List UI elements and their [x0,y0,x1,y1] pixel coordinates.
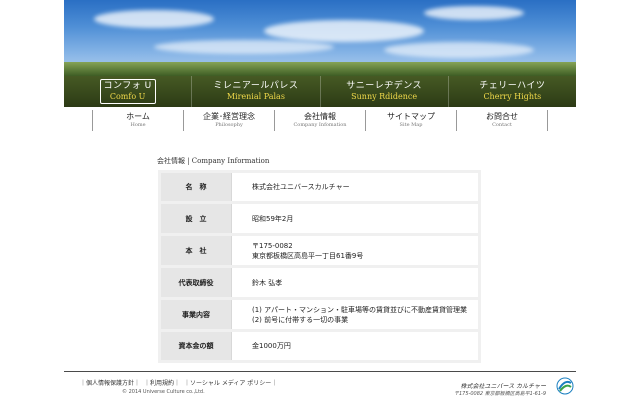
row-label: 本 社 [158,233,232,268]
property-name-jp: ミレニアールパレス [213,81,299,91]
hero-ground [64,62,576,76]
nav-label-jp: ホーム [126,112,150,121]
property-name-jp: チェリーハイツ [479,81,546,91]
footer-link-terms[interactable]: ｜利用規約｜ [142,378,182,387]
company-info-table: 名 称 株式会社ユニバースカルチャー 設 立 昭和59年2月 本 社 〒175-… [158,170,481,363]
nav-label-en: Home [130,122,146,128]
row-value: (1) アパート・マンション・駐車場等の賃貸並びに不動産賃貸管理業 (2) 前号… [231,297,481,332]
footer-divider [64,371,576,372]
company-logo-icon [556,377,574,395]
property-bar: コンフォ U Comfo U ミレニアールパレス Mirenial Palas … [64,76,576,107]
property-tab-cherry-hights[interactable]: チェリーハイツ Cherry Hights [447,76,576,107]
row-value: 昭和59年2月 [231,201,481,236]
row-label: 事業内容 [158,297,232,332]
nav-label-jp: 会社情報 [304,112,336,121]
nav-label-en: Philosophy [215,122,243,128]
nav-label-en: Company Infomation [293,122,347,128]
nav-label-jp: お問合せ [486,112,518,121]
property-tab-sunny-rdidence[interactable]: サニーレヂデンス Sunny Rdidence [319,76,448,107]
property-name-jp: サニーレヂデンス [346,81,423,91]
nav-site-map[interactable]: サイトマップ Site Map [365,110,456,131]
footer-company-name: 株式会社ユニバース カルチャー [460,383,546,390]
nav-label-en: Site Map [399,122,423,128]
page-title: 会社情報 | Company Information [157,157,270,165]
nav-company-info[interactable]: 会社情報 Company Infomation [274,110,365,131]
property-tab-mirenial-palas[interactable]: ミレニアールパレス Mirenial Palas [191,76,319,107]
nav-home[interactable]: ホーム Home [92,110,183,131]
footer-link-privacy[interactable]: ｜個人情報保護方針｜ [78,378,142,387]
table-row: 設 立 昭和59年2月 [158,201,481,236]
property-name-en: Comfo U [109,92,146,101]
hero-banner [64,0,576,76]
property-name-en: Mirenial Palas [226,92,285,101]
row-value: 鈴木 弘孝 [231,265,481,300]
property-name-en: Cherry Hights [483,92,542,101]
row-value: 金1000万円 [231,329,481,363]
table-row: 本 社 〒175-0082 東京都板橋区高島平一丁目61番9号 [158,233,481,268]
row-label: 名 称 [158,170,232,204]
nav-label-jp: 企業･経営理念 [203,112,255,121]
row-value: 〒175-0082 東京都板橋区高島平一丁目61番9号 [231,233,481,268]
table-row: 事業内容 (1) アパート・マンション・駐車場等の賃貸並びに不動産賃貸管理業 (… [158,297,481,332]
row-label: 設 立 [158,201,232,236]
nav-philosophy[interactable]: 企業･経営理念 Philosophy [183,110,274,131]
table-row: 名 称 株式会社ユニバースカルチャー [158,170,481,204]
row-label: 資本金の額 [158,329,232,363]
footer-links: ｜個人情報保護方針｜ ｜利用規約｜ ｜ソーシャル メディア ポリシー｜ [78,378,279,387]
row-label: 代表取締役 [158,265,232,300]
footer-address: 〒175-0082 東京都板橋区高島平1-61-9 [454,391,546,397]
property-tab-active-frame: コンフォ U Comfo U [99,79,156,104]
property-tab-comfo-u[interactable]: コンフォ U Comfo U [64,76,191,107]
property-name-jp: コンフォ U [103,81,152,91]
footer-link-social[interactable]: ｜ソーシャル メディア ポリシー｜ [182,378,279,387]
page: コンフォ U Comfo U ミレニアールパレス Mirenial Palas … [64,0,576,400]
copyright: © 2014 Universe Culture co.,Ltd. [122,389,205,395]
property-name-en: Sunny Rdidence [351,92,418,101]
main-nav: ホーム Home 企業･経営理念 Philosophy 会社情報 Company… [92,110,548,131]
nav-label-en: Contact [492,122,512,128]
nav-label-jp: サイトマップ [387,112,435,121]
table-row: 代表取締役 鈴木 弘孝 [158,265,481,300]
table-row: 資本金の額 金1000万円 [158,329,481,363]
nav-contact[interactable]: お問合せ Contact [456,110,548,131]
row-value: 株式会社ユニバースカルチャー [231,170,481,204]
